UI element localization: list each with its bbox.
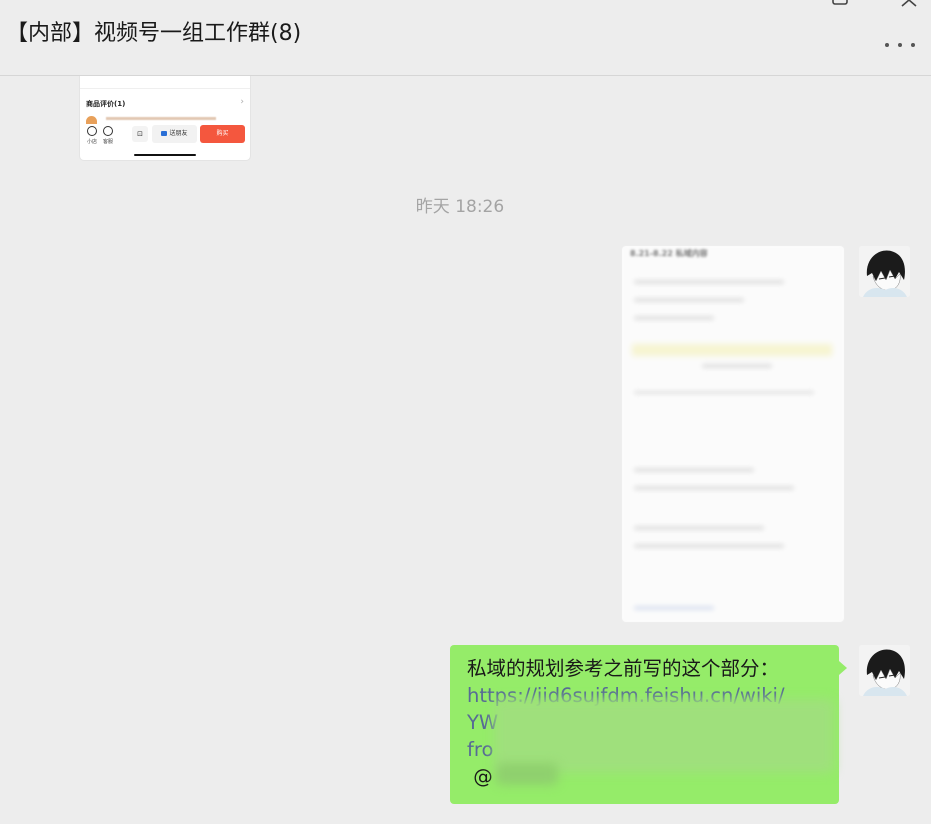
avatar[interactable] — [859, 246, 910, 297]
shop-icon — [87, 126, 97, 136]
message-list[interactable]: 商品评价(1) › 小店 客服 ⊡ 送朋友 购买 昨天 18:26 8.21-8… — [0, 76, 931, 824]
title-bar: 【内部】视频号一组工作群(8) — [0, 0, 931, 76]
avatar[interactable] — [859, 645, 910, 696]
reviewer-avatar — [86, 116, 97, 124]
image-message-screenshot[interactable]: 8.21-8.22 私域内容 — [622, 246, 844, 622]
more-options-icon[interactable] — [885, 41, 915, 49]
chevron-right-icon: › — [240, 97, 244, 107]
cart-icon: ⊡ — [132, 126, 148, 142]
service-label: 客服 — [103, 139, 114, 145]
buy-button: 购买 — [200, 125, 245, 143]
home-indicator — [134, 154, 196, 156]
message-timestamp: 昨天 18:26 — [415, 197, 505, 217]
divider — [80, 88, 250, 89]
message-text: 私域的规划参考之前写的这个部分： — [467, 657, 780, 680]
image-message-product[interactable]: 商品评价(1) › 小店 客服 ⊡ 送朋友 购买 — [80, 76, 250, 160]
close-icon[interactable] — [899, 0, 919, 8]
share-button: 送朋友 — [152, 125, 197, 143]
text-message-bubble[interactable]: 私域的规划参考之前写的这个部分： https://jid6sujfdm.feis… — [450, 645, 847, 804]
shop-label: 小店 — [87, 139, 98, 145]
redaction-blur — [494, 699, 834, 773]
chat-title: 【内部】视频号一组工作群(8) — [6, 21, 302, 46]
redaction-blur — [496, 763, 558, 785]
review-text — [106, 117, 216, 120]
maximize-icon[interactable] — [830, 0, 850, 8]
review-title: 商品评价(1) — [86, 100, 126, 108]
blur-overlay — [622, 246, 844, 622]
service-icon — [103, 126, 113, 136]
